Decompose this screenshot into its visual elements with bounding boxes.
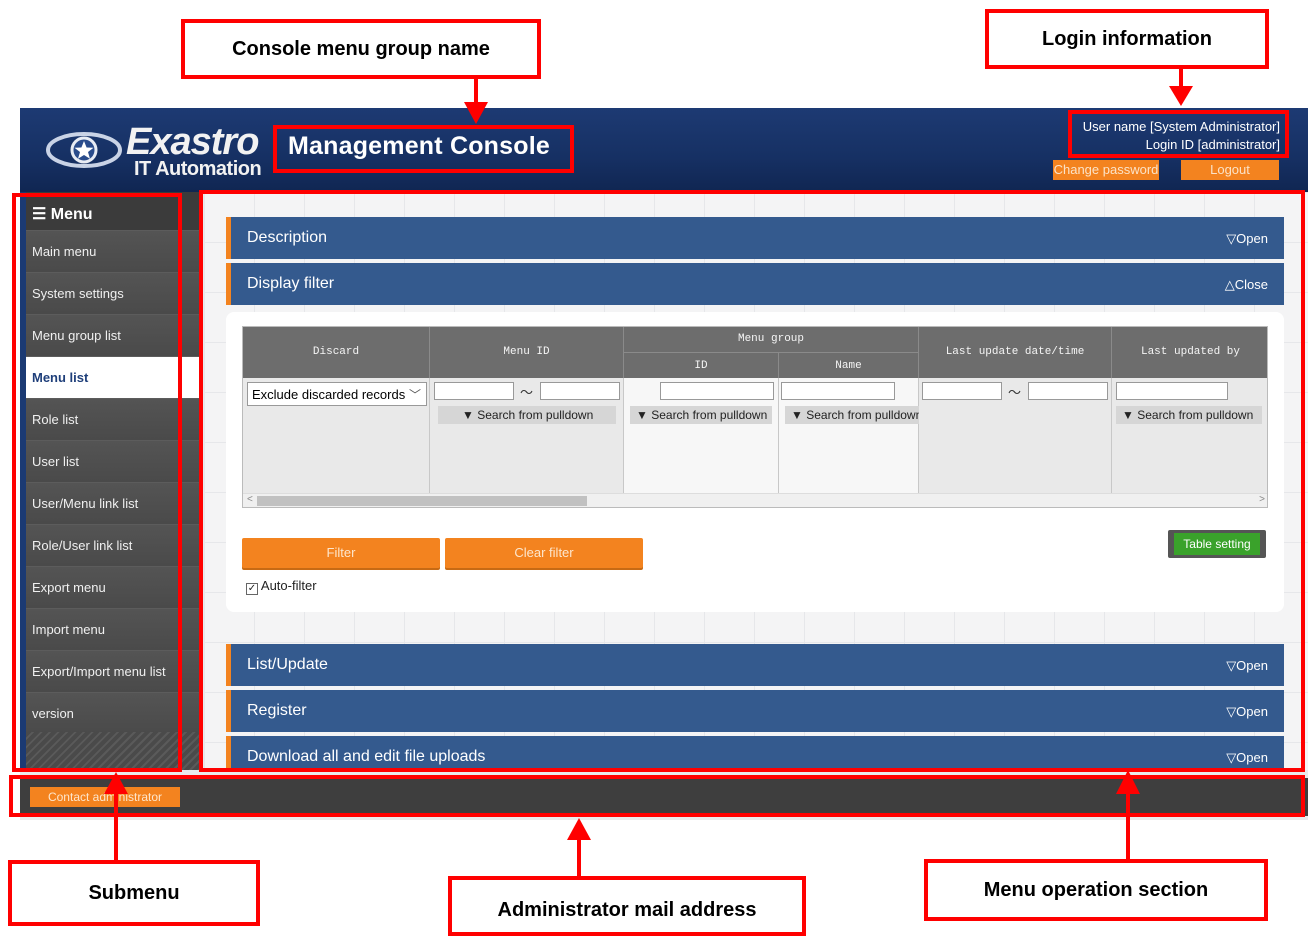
annotation-arrows	[104, 68, 1193, 876]
callout-administrator-mail-address: Administrator mail address	[448, 876, 806, 936]
callout-console-menu-group-name: Console menu group name	[181, 19, 541, 79]
callout-submenu: Submenu	[8, 860, 260, 926]
callout-login-information: Login information	[985, 9, 1269, 69]
callout-menu-operation-section: Menu operation section	[924, 859, 1268, 921]
